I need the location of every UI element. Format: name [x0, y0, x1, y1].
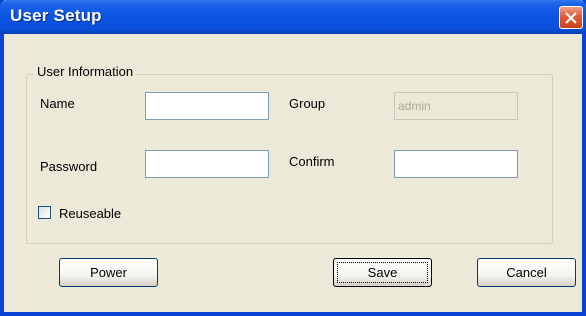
password-field[interactable]: [145, 150, 269, 178]
reuseable-checkbox[interactable]: [38, 206, 51, 219]
name-label: Name: [40, 96, 75, 111]
title-bar[interactable]: User Setup: [0, 0, 586, 34]
window-title: User Setup: [10, 6, 102, 25]
save-button-label: Save: [367, 265, 398, 280]
groupbox-label: User Information: [34, 64, 137, 79]
password-label: Password: [40, 159, 98, 174]
save-button[interactable]: Save: [333, 258, 432, 287]
close-button[interactable]: [559, 6, 583, 29]
close-icon: [565, 12, 577, 24]
reuseable-label[interactable]: Reuseable: [59, 206, 121, 221]
group-label: Group: [289, 96, 326, 111]
power-button[interactable]: Power: [59, 258, 158, 287]
group-field: [394, 92, 518, 120]
confirm-label: Confirm: [289, 154, 335, 169]
cancel-button[interactable]: Cancel: [477, 258, 576, 287]
confirm-field[interactable]: [394, 150, 518, 178]
name-field[interactable]: [145, 92, 269, 120]
